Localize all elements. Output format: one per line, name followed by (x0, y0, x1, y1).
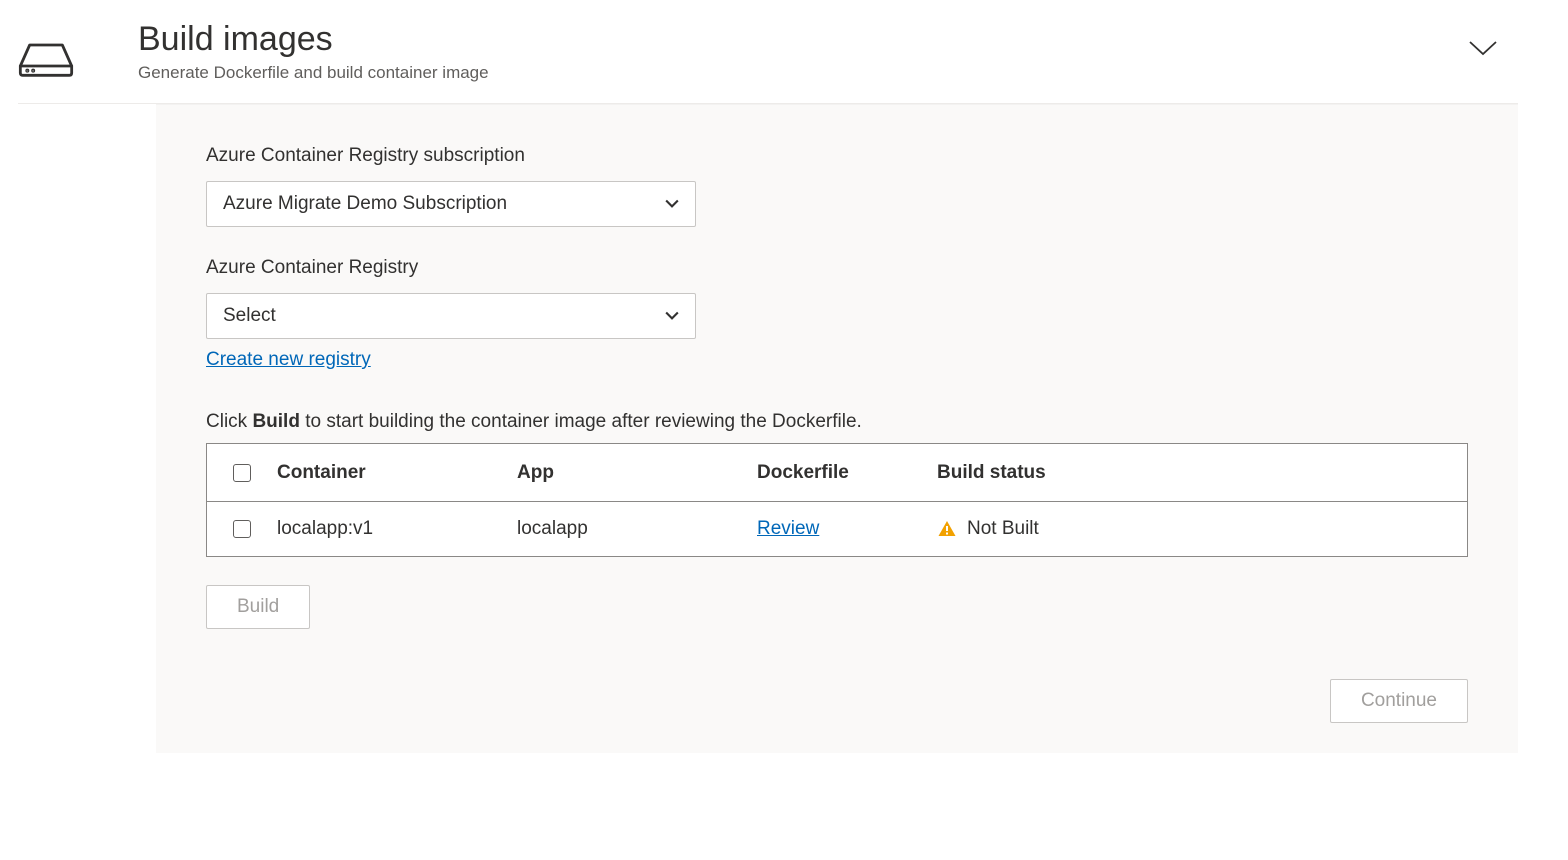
storage-icon (18, 20, 78, 83)
build-button[interactable]: Build (206, 585, 310, 629)
collapse-toggle[interactable] (1468, 20, 1518, 63)
chevron-down-icon (665, 197, 679, 211)
review-link[interactable]: Review (757, 518, 819, 539)
cell-container: localapp:v1 (277, 518, 517, 540)
subscription-select[interactable]: Azure Migrate Demo Subscription (206, 181, 696, 227)
row-checkbox[interactable] (233, 520, 251, 538)
chevron-down-icon (665, 309, 679, 323)
build-status-text: Not Built (967, 518, 1039, 540)
select-all-checkbox[interactable] (233, 464, 251, 482)
table-header-row: Container App Dockerfile Build status (207, 444, 1467, 502)
build-instruction: Click Build to start building the contai… (206, 411, 1468, 433)
table-row: localapp:v1 localapp Review Not Built (207, 502, 1467, 556)
col-container: Container (277, 462, 517, 484)
cell-app: localapp (517, 518, 757, 540)
col-dockerfile: Dockerfile (757, 462, 937, 484)
continue-button[interactable]: Continue (1330, 679, 1468, 723)
col-build-status: Build status (937, 462, 1467, 484)
containers-table: Container App Dockerfile Build status lo… (206, 443, 1468, 557)
col-app: App (517, 462, 757, 484)
registry-value: Select (223, 305, 276, 327)
create-registry-link[interactable]: Create new registry (206, 349, 371, 371)
page-title: Build images (138, 20, 1408, 59)
registry-label: Azure Container Registry (206, 257, 1468, 279)
registry-select[interactable]: Select (206, 293, 696, 339)
warning-icon (937, 519, 957, 539)
page-subtitle: Generate Dockerfile and build container … (138, 63, 1408, 83)
subscription-value: Azure Migrate Demo Subscription (223, 193, 507, 215)
subscription-label: Azure Container Registry subscription (206, 145, 1468, 167)
chevron-down-icon (1468, 40, 1498, 58)
